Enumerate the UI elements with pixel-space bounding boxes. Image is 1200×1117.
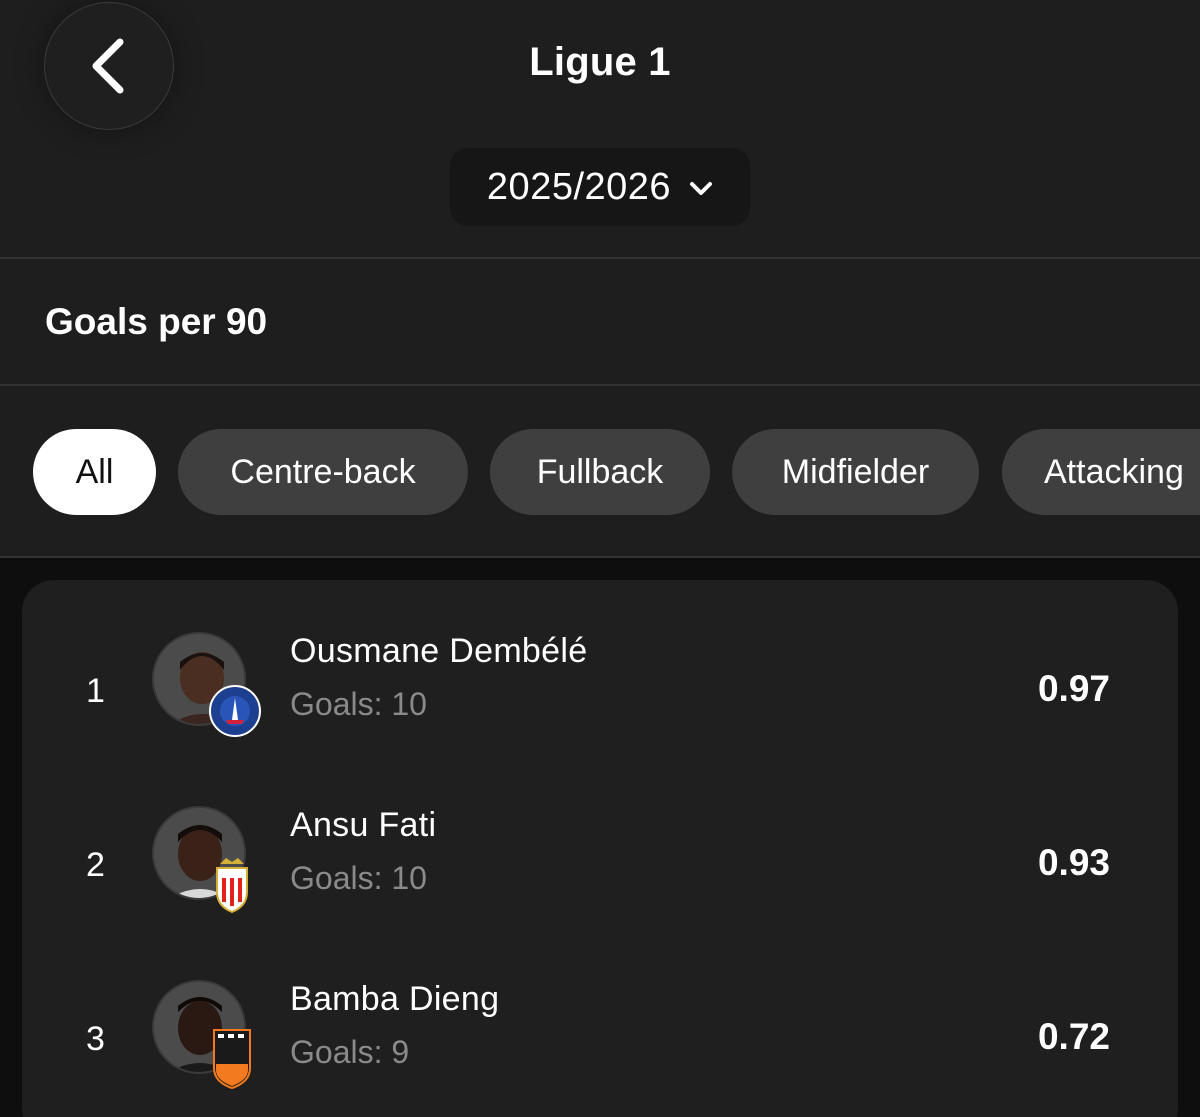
season-label: 2025/2026 [486, 165, 672, 208]
psg-badge-icon [209, 685, 261, 737]
player-rank: 1 [86, 672, 105, 710]
stat-value: 0.97 [1037, 668, 1110, 709]
goals-count: 9 [391, 1034, 410, 1070]
player-rank: 3 [86, 1020, 105, 1058]
player-rank: 2 [86, 846, 105, 884]
player-goals: Goals: 9 [290, 1034, 409, 1071]
goals-label: Goals: [290, 686, 383, 722]
monaco-badge-icon [216, 858, 248, 914]
chip-label: Midfielder [781, 452, 930, 491]
chevron-down-icon [690, 182, 713, 195]
chip-fullback[interactable]: Fullback [490, 429, 710, 515]
position-filter-chips: All Centre-back Fullback Midfielder Atta… [0, 429, 1200, 515]
lorient-badge-icon [213, 1029, 251, 1090]
goals-label: Goals: [290, 1034, 383, 1070]
player-avatar [152, 632, 262, 742]
player-name: Ansu Fati [290, 806, 437, 844]
chip-midfielder[interactable]: Midfielder [732, 429, 979, 515]
divider [0, 384, 1200, 386]
chip-attacking[interactable]: Attacking [1002, 429, 1200, 515]
chip-centre-back[interactable]: Centre-back [178, 429, 468, 515]
player-avatar [152, 980, 262, 1090]
player-row[interactable]: 2 Ansu Fati Goals: 10 0.93 [22, 806, 1178, 936]
page-title: Ligue 1 [529, 40, 671, 84]
stat-value: 0.93 [1037, 842, 1110, 883]
player-name: Bamba Dieng [290, 980, 500, 1018]
player-row[interactable]: 1 Ousmane Dembélé Goals: 10 0.97 [22, 632, 1178, 762]
chip-label: Centre-back [230, 452, 416, 491]
stats-screen: Ligue 1 2025/2026 Goals per 90 All Centr… [0, 0, 1200, 1117]
player-name: Ousmane Dembélé [290, 632, 588, 670]
player-avatar [152, 806, 262, 916]
goals-label: Goals: [290, 860, 383, 896]
player-goals: Goals: 10 [290, 686, 427, 723]
stat-label: Goals per 90 [45, 301, 268, 342]
chip-all[interactable]: All [33, 429, 156, 515]
goals-count: 10 [391, 686, 427, 722]
goals-count: 10 [391, 860, 427, 896]
stat-value: 0.72 [1037, 1016, 1110, 1057]
stat-dropdown[interactable]: Goals per 90 [0, 259, 1200, 588]
player-goals: Goals: 10 [290, 860, 427, 897]
chip-label: Fullback [536, 452, 664, 491]
season-dropdown[interactable]: 2025/2026 [450, 148, 750, 226]
chip-label: All [75, 452, 114, 491]
chip-label: Attacking [1044, 452, 1184, 491]
player-row[interactable]: 3 Bamba Dieng Goals: 9 0.72 [22, 980, 1178, 1110]
leaderboard-card: 1 Ousmane Dembélé Goals: 10 0.97 2 Ansu … [22, 580, 1178, 1117]
